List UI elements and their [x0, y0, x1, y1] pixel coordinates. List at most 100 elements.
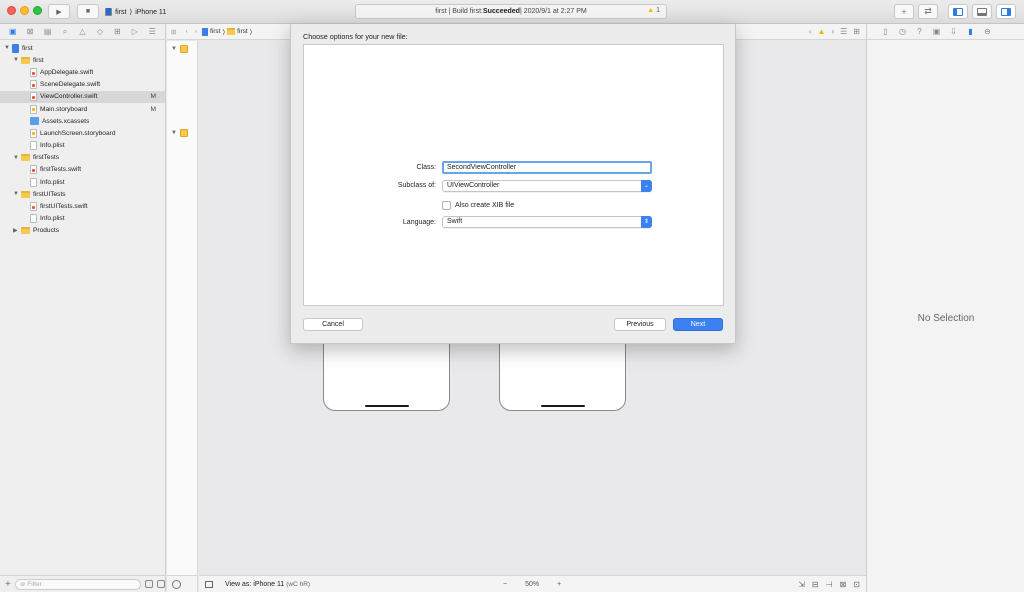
hide-outline-icon[interactable]: [172, 580, 181, 589]
create-xib-checkbox[interactable]: Also create XIB file: [442, 201, 514, 210]
size-inspector-icon[interactable]: ▮: [966, 27, 975, 36]
history-inspector-icon[interactable]: ◷: [898, 27, 907, 36]
view-controller-scene-2[interactable]: [499, 333, 626, 411]
add-file-plus-icon[interactable]: +: [5, 579, 11, 590]
breakpoint-tab-icon[interactable]: ▷: [130, 27, 139, 36]
next-button[interactable]: Next: [673, 318, 723, 331]
toggle-debug-area-button[interactable]: [972, 4, 992, 19]
view-controller-scene-1[interactable]: [323, 333, 450, 411]
disclosure-triangle-icon[interactable]: ▼: [13, 191, 19, 197]
breadcrumb-item-folder[interactable]: first: [237, 28, 248, 35]
subclass-popup[interactable]: UIViewController ⌄: [442, 180, 652, 192]
options-panel: Class: SecondViewController Subclass of:…: [303, 44, 724, 306]
navigator-item[interactable]: SceneDelegate.swift: [0, 79, 165, 91]
navigator-item-label: Main.storyboard: [40, 105, 88, 113]
sheet-title: Choose options for your new file:: [303, 32, 408, 41]
activity-prefix: first | Build first:: [435, 8, 483, 15]
disclosure-triangle-icon[interactable]: ▼: [13, 155, 19, 161]
align-icon[interactable]: ⊟: [812, 580, 819, 589]
file-inspector-icon[interactable]: ▯: [881, 27, 890, 36]
navigator-item-label: Info.plist: [40, 142, 65, 150]
device-configuration[interactable]: View as: iPhone 11 (wC hR): [225, 581, 310, 588]
navigator-item[interactable]: ▶ Products: [0, 225, 165, 237]
navigator-item[interactable]: Main.storyboard M: [0, 103, 165, 115]
forward-chevron-icon[interactable]: ›: [195, 28, 197, 35]
folder-icon: [227, 28, 236, 35]
language-popup[interactable]: Swift ⇕: [442, 216, 652, 228]
disclosure-triangle-icon[interactable]: ▼: [4, 45, 10, 51]
navigator-item[interactable]: ▼ firstUITests: [0, 188, 165, 200]
code-review-button[interactable]: ⇄: [918, 4, 938, 19]
navigator-item[interactable]: LaunchScreen.storyboard: [0, 127, 165, 139]
quick-help-icon[interactable]: ?: [915, 27, 924, 36]
swift-file-icon: [30, 202, 37, 212]
navigator-item[interactable]: firstTests.swift: [0, 164, 165, 176]
back-chevron-icon[interactable]: ‹: [186, 28, 188, 35]
issue-navigation-icon[interactable]: ‹: [809, 27, 812, 36]
class-name-field[interactable]: SecondViewController: [442, 161, 652, 174]
close-window-button[interactable]: [7, 6, 16, 15]
activity-view[interactable]: first | Build first: Succeeded | 2020/9/…: [355, 4, 667, 19]
navigator-filter-field[interactable]: ⊜ Filter: [14, 578, 142, 590]
cancel-button[interactable]: Cancel: [303, 318, 363, 331]
navigator-item[interactable]: AppDelegate.swift: [0, 66, 165, 78]
update-frames-icon[interactable]: ⇲: [798, 580, 805, 589]
find-tab-icon[interactable]: ⌕: [61, 27, 70, 36]
warning-icon: ▲: [647, 7, 655, 14]
run-button[interactable]: ▶: [48, 4, 70, 19]
navigator-item[interactable]: ▼ first: [0, 54, 165, 66]
navigator-item[interactable]: Info.plist: [0, 213, 165, 225]
toggle-outline-icon[interactable]: [205, 580, 213, 588]
navigator-item[interactable]: ViewController.swift M: [0, 90, 165, 103]
stop-button[interactable]: ■: [77, 4, 99, 19]
warning-indicator[interactable]: ▲ 1: [647, 7, 660, 14]
project-navigator-tab-icon[interactable]: ▣: [8, 27, 17, 36]
debug-tab-icon[interactable]: ⊞: [113, 27, 122, 36]
source-control-status-badge: M: [150, 105, 157, 113]
scheme-selector[interactable]: ⚒ first ⟩ iPhone 11: [105, 6, 166, 18]
embed-in-icon[interactable]: ⊡: [853, 580, 860, 589]
outline-scene-1[interactable]: ▼: [171, 45, 188, 53]
toggle-navigator-button[interactable]: [948, 4, 968, 19]
swap-arrows-icon: ⇄: [924, 6, 932, 16]
report-tab-icon[interactable]: ☰: [148, 27, 157, 36]
view-as-label: View as: iPhone 11: [225, 580, 285, 588]
pin-icon[interactable]: ⊣: [826, 580, 833, 589]
issue-navigation-next-icon[interactable]: ›: [831, 27, 834, 36]
source-control-filter-icon[interactable]: [157, 580, 166, 588]
navigator-item-label: firstTests.swift: [40, 166, 82, 174]
identity-inspector-icon[interactable]: ▣: [932, 27, 941, 36]
adjust-editor-icon[interactable]: ☰: [840, 27, 847, 36]
recent-files-icon[interactable]: [145, 580, 154, 588]
source-control-tab-icon[interactable]: ⊠: [26, 27, 35, 36]
chevron-down-icon: ⌄: [641, 180, 652, 192]
window-toolbar: ▶ ■ ⚒ first ⟩ iPhone 11 first | Build fi…: [0, 0, 1024, 24]
navigator-item[interactable]: Info.plist: [0, 176, 165, 188]
navigator-item[interactable]: ▼ first: [0, 42, 165, 54]
navigator-item[interactable]: ▼ firstTests: [0, 152, 165, 164]
navigator-item[interactable]: Assets.xcassets: [0, 115, 165, 127]
minimize-window-button[interactable]: [20, 6, 29, 15]
zoom-in-button[interactable]: +: [557, 581, 561, 588]
library-button[interactable]: +: [894, 4, 914, 19]
resolve-issues-icon[interactable]: ⊠: [840, 580, 847, 589]
toggle-inspector-button[interactable]: [996, 4, 1016, 19]
disclosure-triangle-icon[interactable]: ▶: [13, 227, 18, 234]
navigator-item-label: Info.plist: [40, 178, 65, 186]
outline-scene-2[interactable]: ▼: [171, 129, 188, 137]
disclosure-triangle-icon[interactable]: ▼: [13, 57, 19, 63]
attributes-inspector-icon[interactable]: ⇩: [949, 27, 958, 36]
symbol-tab-icon[interactable]: ▤: [43, 27, 52, 36]
zoom-out-button[interactable]: −: [503, 581, 507, 588]
zoom-window-button[interactable]: [33, 6, 42, 15]
navigator-item-label: LaunchScreen.storyboard: [40, 129, 116, 137]
test-tab-icon[interactable]: ◇: [95, 27, 104, 36]
navigator-item[interactable]: Info.plist: [0, 140, 165, 152]
add-editor-icon[interactable]: ⊞: [853, 27, 860, 36]
breadcrumb-item-project[interactable]: first: [210, 28, 221, 35]
previous-button[interactable]: Previous: [614, 318, 666, 331]
related-items-icon[interactable]: ⊞: [171, 28, 177, 36]
connections-inspector-icon[interactable]: ⊖: [983, 27, 992, 36]
issue-tab-icon[interactable]: △: [78, 27, 87, 36]
navigator-item[interactable]: firstUITests.swift: [0, 200, 165, 212]
